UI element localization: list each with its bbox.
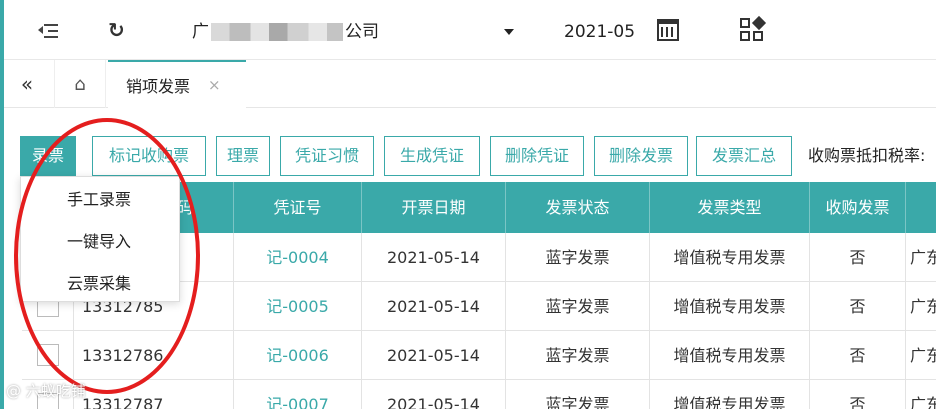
column-header-date[interactable]: 开票日期 [362,182,506,233]
table-row[interactable]: 13312787 记-0007 2021-05-14 蓝字发票 增值税专用发票 … [22,380,936,409]
extra-cell: 广东 [906,331,936,380]
delete-voucher-button[interactable]: 删除凭证 [490,136,584,176]
refresh-icon[interactable]: ↻ [108,19,130,41]
column-header-purchase[interactable]: 收购发票 [810,182,906,233]
column-header-voucher[interactable]: 凭证号 [234,182,362,233]
column-header-extra[interactable] [906,182,936,233]
invoice-type: 增值税专用发票 [650,331,810,380]
column-header-type[interactable]: 发票类型 [650,182,810,233]
voucher-link[interactable]: 记-0007 [234,380,362,409]
invoice-date: 2021-05-14 [362,331,506,380]
company-name-prefix: 广 [192,22,209,42]
company-selector[interactable]: 广 公司 [192,20,379,44]
column-header-status[interactable]: 发票状态 [506,182,650,233]
watermark: @ 六蚁吃铺 [6,382,86,400]
extra-cell: 广东 [906,233,936,282]
purchase-flag: 否 [810,331,906,380]
purchase-flag: 否 [810,380,906,409]
invoice-date: 2021-05-14 [362,233,506,282]
invoice-status: 蓝字发票 [506,331,650,380]
voucher-link[interactable]: 记-0004 [234,233,362,282]
invoice-type: 增值税专用发票 [650,282,810,331]
app-window: { "top_bar": { "company_prefix": "广", "c… [0,0,936,409]
voucher-link[interactable]: 记-0006 [234,331,362,380]
top-bar: ↻ 广 公司 2021-05 [4,0,936,60]
invoice-status: 蓝字发票 [506,282,650,331]
accounting-period[interactable]: 2021-05 [564,20,635,44]
invoice-status: 蓝字发票 [506,233,650,282]
purchase-flag: 否 [810,233,906,282]
invoice-status: 蓝字发票 [506,380,650,409]
voucher-link[interactable]: 记-0005 [234,282,362,331]
purchase-deduction-rate-label: 收购票抵扣税率: [808,146,926,165]
company-name-suffix: 公司 [345,22,379,42]
extra-cell: 广东 [906,282,936,331]
tab-label: 销项发票 [126,77,191,96]
purchase-flag: 否 [810,282,906,331]
close-icon[interactable]: × [208,76,221,94]
invoice-date: 2021-05-14 [362,282,506,331]
invoice-type: 增值税专用发票 [650,380,810,409]
invoice-date: 2021-05-14 [362,380,506,409]
double-chevron-left-icon[interactable]: « [14,72,40,96]
redacted-company-name [211,23,343,41]
calendar-icon[interactable] [657,19,679,41]
apps-grid-icon[interactable] [740,15,767,44]
tab-sales-invoices[interactable]: 销项发票 × [108,60,246,108]
invoice-type: 增值税专用发票 [650,233,810,282]
home-tab[interactable]: ⌂ [54,60,106,108]
invoice-summary-button[interactable]: 发票汇总 [696,136,792,176]
tab-bar: « ⌂ 销项发票 × [4,60,936,108]
voucher-habit-button[interactable]: 凭证习惯 [280,136,374,176]
home-icon: ⌂ [74,73,86,95]
company-dropdown-caret-icon[interactable] [504,29,514,35]
generate-voucher-button[interactable]: 生成凭证 [384,136,480,176]
red-annotation-circle [14,118,200,394]
extra-cell: 广东 [906,380,936,409]
delete-invoice-button[interactable]: 删除发票 [594,136,688,176]
collapse-menu-icon[interactable] [38,20,60,40]
sort-invoices-button[interactable]: 理票 [216,136,270,176]
